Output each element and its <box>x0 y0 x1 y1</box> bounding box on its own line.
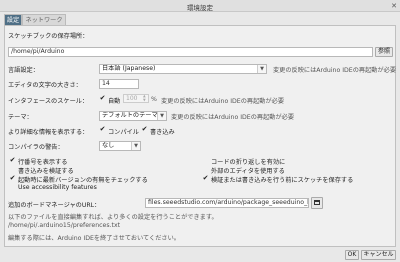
language-label: 言語設定： <box>8 67 39 74</box>
compiler-warnings-value: なし <box>102 142 115 149</box>
board-manager-label: 追加のボードマネージャのURL： <box>8 202 101 209</box>
verbose-compile-label: コンパイル <box>108 129 139 136</box>
font-size-input[interactable]: 14 <box>99 79 139 89</box>
auto-scale-checkbox[interactable]: ✔ <box>99 95 106 102</box>
accessibility-label: Use accessibility features <box>18 184 97 191</box>
dialog-button-bar: OK キャンセル <box>0 249 400 262</box>
info-text: 以下のファイルを直接編集すれば、より多くの設定を行うことができます。 <box>8 214 218 221</box>
chevron-down-icon: ▼ <box>157 112 166 120</box>
external-editor-checkbox[interactable] <box>202 166 209 173</box>
save-before-verify-label: 検証または書き込みを行う前にスケッチを保存する <box>211 177 354 184</box>
close-icon[interactable]: ✕ <box>390 2 398 10</box>
window-icon <box>314 200 320 205</box>
code-folding-label: コードの折り返しを有効に <box>211 159 286 166</box>
save-before-verify-checkbox[interactable]: ✔ <box>202 175 209 182</box>
show-line-numbers-label: 行番号を表示する <box>18 159 68 166</box>
compiler-warnings-select[interactable]: なし ▼ <box>99 141 141 151</box>
language-select[interactable]: 日本語 (Japanese) ▼ <box>99 64 267 74</box>
external-editor-label: 外部のエディタを使用する <box>211 168 285 175</box>
browse-button[interactable]: 参照 <box>375 47 393 57</box>
theme-restart-note: 変更の反映にはArduino IDEの再起動が必要 <box>171 114 295 121</box>
theme-value: デフォルトのテーマ <box>102 112 158 119</box>
verify-upload-checkbox[interactable] <box>9 166 16 173</box>
show-line-numbers-checkbox[interactable]: ✔ <box>9 157 16 164</box>
check-updates-label: 起動時に最新バージョンの有無をチェックする <box>18 177 148 184</box>
settings-panel: スケッチブックの保存場所： /home/pi/Arduino 参照 言語設定： … <box>4 25 396 247</box>
sketchbook-label: スケッチブックの保存場所： <box>8 33 89 40</box>
preferences-path: /home/pi/.arduino15/preferences.txt <box>8 222 121 229</box>
board-manager-urls-button[interactable] <box>311 197 323 209</box>
verbose-label: より詳細な情報を表示する： <box>8 129 89 136</box>
scale-percent-value: 100 <box>126 95 138 102</box>
compiler-warnings-label: コンパイラの警告： <box>8 144 64 151</box>
edit-note: 編集する際には、Arduino IDEを終了させておいてください。 <box>8 235 180 242</box>
verify-upload-label: 書き込みを検証する <box>18 168 74 175</box>
board-manager-url-field[interactable]: files.seeedstudio.com/arduino/package_se… <box>145 198 309 208</box>
language-restart-note: 変更の反映にはArduino IDEの再起動が必要 <box>273 67 397 74</box>
interface-scale-label: インタフェースのスケール： <box>8 98 89 105</box>
sketchbook-path-field[interactable]: /home/pi/Arduino <box>8 47 373 57</box>
tab-settings[interactable]: 設定 <box>4 14 22 25</box>
spinner-arrows-icon: ▲ ▼ <box>143 94 146 102</box>
scale-restart-note: 変更の反映にはArduino IDEの再起動が必要 <box>161 98 285 105</box>
chevron-down-icon: ▼ <box>257 65 266 73</box>
ok-button[interactable]: OK <box>345 250 359 260</box>
theme-label: テーマ： <box>8 114 33 121</box>
accessibility-checkbox[interactable] <box>9 184 16 191</box>
tab-network[interactable]: ネットワーク <box>22 14 66 25</box>
window-title: 環境設定 <box>187 4 213 12</box>
scale-percent-unit: % <box>151 96 157 103</box>
theme-select[interactable]: デフォルトのテーマ ▼ <box>99 111 167 121</box>
auto-scale-label: 自動 <box>108 98 121 105</box>
chevron-down-icon: ▼ <box>131 142 140 150</box>
cancel-button[interactable]: キャンセル <box>361 250 396 260</box>
check-updates-checkbox[interactable]: ✔ <box>9 175 16 182</box>
font-size-label: エディタの文字の大きさ： <box>8 82 82 89</box>
verbose-compile-checkbox[interactable]: ✔ <box>99 126 106 133</box>
language-value: 日本語 (Japanese) <box>102 65 156 72</box>
code-folding-checkbox[interactable] <box>202 157 209 164</box>
scale-percent-input[interactable]: 100 ▲ ▼ <box>123 94 149 103</box>
title-bar: 環境設定 ✕ <box>0 0 400 12</box>
verbose-upload-checkbox[interactable]: ✔ <box>141 126 148 133</box>
verbose-upload-label: 書き込み <box>150 129 175 136</box>
